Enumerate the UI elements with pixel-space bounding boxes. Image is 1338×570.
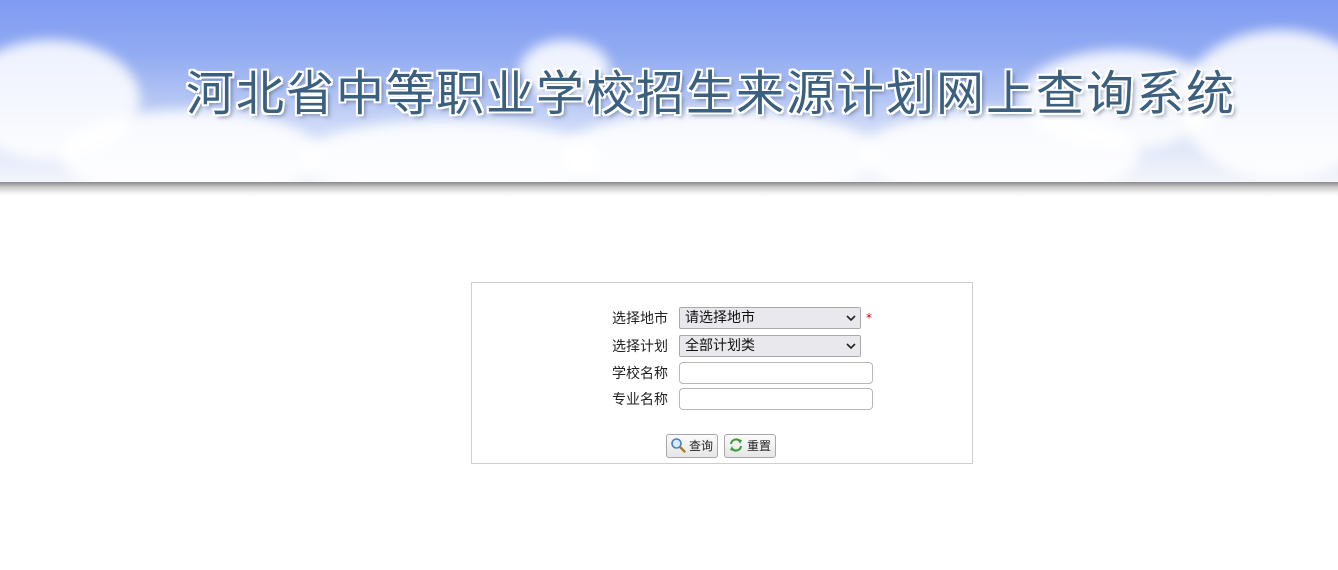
major-name-input[interactable] xyxy=(679,388,873,410)
city-label: 选择地市 xyxy=(612,311,668,327)
required-marker: * xyxy=(866,311,872,325)
school-label: 学校名称 xyxy=(612,366,668,382)
reset-button[interactable]: 重置 xyxy=(724,434,777,458)
city-select-value: 请选择地市 xyxy=(685,310,755,326)
query-form-panel: 选择地市 请选择地市 * 选择计划 全部计划类 学校名称 专业名称 查询 重置 xyxy=(471,282,973,464)
chevron-down-icon xyxy=(846,343,856,350)
school-row: 学校名称 xyxy=(472,362,972,386)
city-row: 选择地市 请选择地市 * xyxy=(472,307,972,331)
cloud-decoration xyxy=(300,120,600,182)
city-select[interactable]: 请选择地市 xyxy=(679,307,861,329)
major-row: 专业名称 xyxy=(472,388,972,412)
search-button[interactable]: 查询 xyxy=(666,434,719,458)
refresh-icon xyxy=(730,438,742,452)
magnifier-icon xyxy=(671,438,686,453)
chevron-down-icon xyxy=(846,315,856,322)
search-button-label: 查询 xyxy=(689,439,714,453)
banner-shadow xyxy=(0,182,1338,196)
plan-select-value: 全部计划类 xyxy=(685,338,755,354)
reset-button-label: 重置 xyxy=(747,439,772,453)
plan-row: 选择计划 全部计划类 xyxy=(472,335,972,359)
page-title: 河北省中等职业学校招生来源计划网上查询系统 xyxy=(186,66,1237,122)
plan-label: 选择计划 xyxy=(612,339,668,355)
header-banner: 河北省中等职业学校招生来源计划网上查询系统 xyxy=(0,0,1338,182)
school-name-input[interactable] xyxy=(679,362,873,384)
plan-select[interactable]: 全部计划类 xyxy=(679,335,861,357)
major-label: 专业名称 xyxy=(612,392,668,408)
